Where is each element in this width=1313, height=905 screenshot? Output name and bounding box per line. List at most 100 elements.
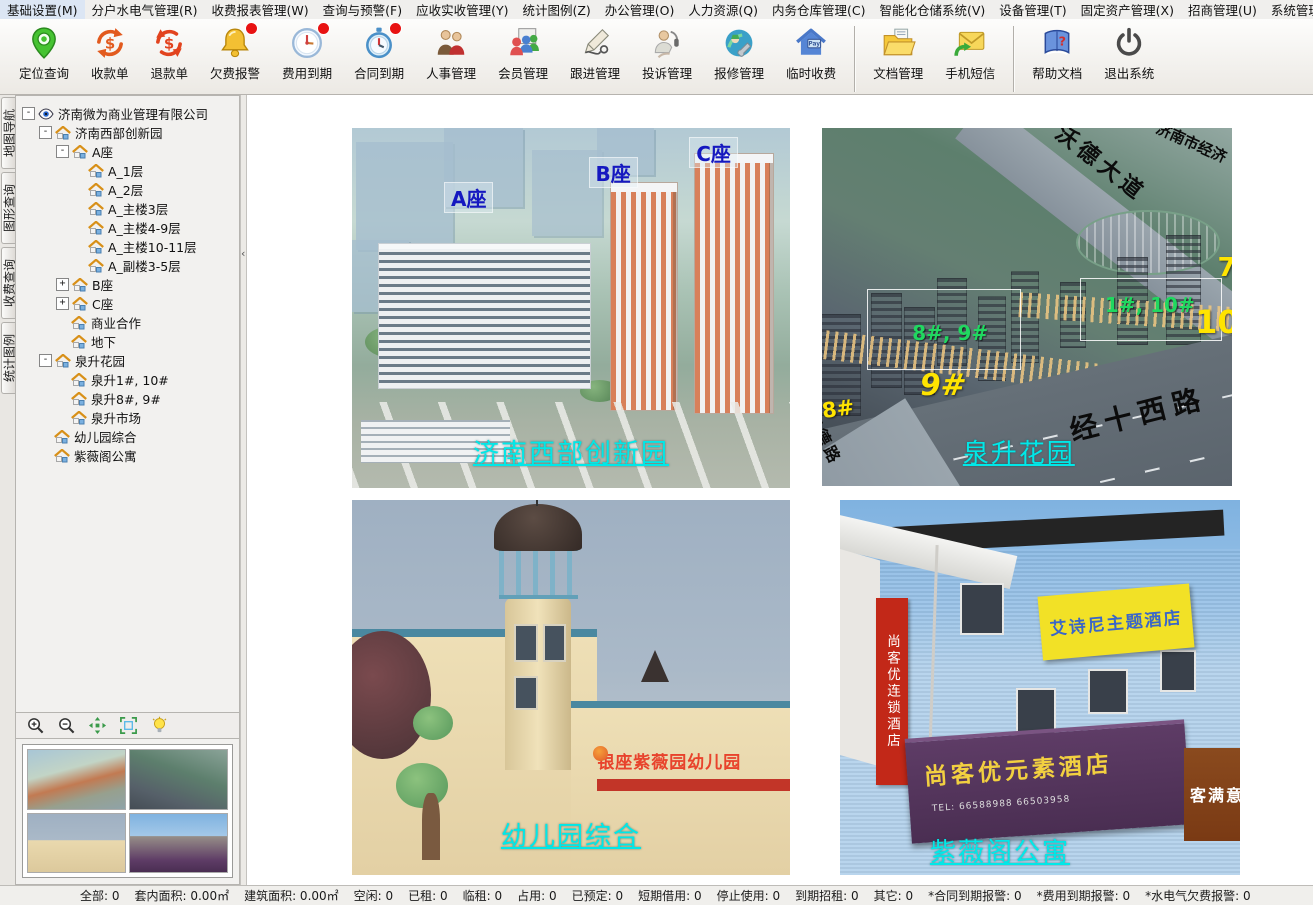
menu-basic-settings[interactable]: 基础设置(M) xyxy=(0,0,85,20)
toolbar-button-complaint[interactable]: 投诉管理 xyxy=(631,24,703,82)
tree-node[interactable]: +B座 xyxy=(18,275,237,294)
map-tool-zoom-in[interactable] xyxy=(26,716,45,735)
toolbar-button-contract-due[interactable]: 合同到期 xyxy=(343,24,415,82)
menu-query-alerts[interactable]: 查询与预警(F) xyxy=(316,0,409,20)
toolbar-button-hr[interactable]: 人事管理 xyxy=(415,24,487,82)
toolbar-button-receipt[interactable]: $收款单 xyxy=(80,24,140,82)
toolbar-button-locate-search[interactable]: 定位查询 xyxy=(8,24,80,82)
navigator-thumbnail-kindergarten[interactable] xyxy=(27,813,126,874)
menu-fee-reports[interactable]: 收费报表管理(W) xyxy=(205,0,316,20)
toolbar-button-follow-up[interactable]: 跟进管理 xyxy=(559,24,631,82)
tree-node[interactable]: +C座 xyxy=(18,294,237,313)
tree-node[interactable]: A_主楼4-9层 xyxy=(18,218,237,237)
toolbar-button-label: 帮助文档 xyxy=(1032,63,1082,82)
scene-caption-kindergarten[interactable]: 幼儿园综合 xyxy=(405,816,738,853)
scene-caption-ziwei[interactable]: 紫薇阁公寓 xyxy=(872,832,1128,869)
toolbar-button-sms[interactable]: 手机短信 xyxy=(934,24,1006,82)
tree-node[interactable]: -A座 xyxy=(18,142,237,161)
tree-node[interactable]: -济南微为商业管理有限公司 xyxy=(18,104,237,123)
unit-label-9: 9# xyxy=(918,368,969,403)
tree-expander-plus[interactable]: + xyxy=(56,297,69,310)
tree-node[interactable]: A_主楼3层 xyxy=(18,199,237,218)
scene-caption-quansheng[interactable]: 泉升花园 xyxy=(896,433,1142,470)
tree-expander-plus[interactable]: + xyxy=(56,278,69,291)
map-tool-fit-view[interactable] xyxy=(119,716,138,735)
side-tab-fee-query[interactable]: 收费查询 xyxy=(1,247,15,319)
toolbar-button-exit[interactable]: 退出系统 xyxy=(1093,24,1165,82)
storefront-tel: TEL: 66588988 66503958 xyxy=(932,794,1071,814)
toolbar-button-temp-fee[interactable]: Pay临时收费 xyxy=(775,24,847,82)
menu-system[interactable]: 系统管理(S) xyxy=(1264,0,1313,20)
repair-worker-icon xyxy=(721,26,757,60)
unit-label-7: 7 xyxy=(1218,253,1232,283)
toolbar-button-help-doc[interactable]: ?帮助文档 xyxy=(1021,24,1093,82)
tree-expander-minus[interactable]: - xyxy=(39,354,52,367)
tree-node[interactable]: - 济南西部创新园 xyxy=(18,123,237,142)
side-tab-map-nav[interactable]: 地图导航 xyxy=(1,97,15,169)
navigator-thumbnail-innovation-park[interactable] xyxy=(27,749,126,810)
map-tool-zoom-out[interactable] xyxy=(57,716,76,735)
menu-receivables[interactable]: 应收实收管理(Y) xyxy=(409,0,515,20)
park-image-kindergarten[interactable]: 银座紫薇园幼儿园 幼儿园综合 xyxy=(352,500,790,875)
side-tab-graphic-query[interactable]: 图形查询 xyxy=(1,172,15,244)
tower-window xyxy=(543,624,567,662)
tree-node[interactable]: A_副楼3-5层 xyxy=(18,256,237,275)
menu-investment[interactable]: 招商管理(U) xyxy=(1181,0,1264,20)
menu-equipment[interactable]: 设备管理(T) xyxy=(992,0,1073,20)
toolbar-button-document[interactable]: 文档管理 xyxy=(862,24,934,82)
main-toolbar: 定位查询$收款单$退款单欠费报警费用到期合同到期人事管理会员管理跟进管理投诉管理… xyxy=(0,19,1313,95)
toolbar-button-label: 退出系统 xyxy=(1104,63,1154,82)
house-pay-icon: Pay xyxy=(793,26,829,60)
menu-office-management[interactable]: 办公管理(O) xyxy=(598,0,682,20)
toolbar-button-member[interactable]: 会员管理 xyxy=(487,24,559,82)
side-tab-stat-legend[interactable]: 统计图例 xyxy=(1,322,15,394)
menu-statistics-legend[interactable]: 统计图例(Z) xyxy=(515,0,597,20)
tree-node[interactable]: A_2层 xyxy=(18,180,237,199)
tree-node[interactable]: -泉升花园 xyxy=(18,351,237,370)
toolbar-button-refund[interactable]: $退款单 xyxy=(140,24,200,82)
menu-internal-warehouse[interactable]: 内务仓库管理(C) xyxy=(765,0,872,20)
toolbar-button-label: 会员管理 xyxy=(498,63,548,82)
menu-household-utilities[interactable]: 分户水电气管理(R) xyxy=(85,0,205,20)
toolbar-button-repair[interactable]: 报修管理 xyxy=(703,24,775,82)
scene-caption-innovation[interactable]: 济南西部创新园 xyxy=(396,433,746,470)
toolbar-button-fee-due[interactable]: 费用到期 xyxy=(271,24,343,82)
tree-node[interactable]: 泉升市场 xyxy=(18,408,237,427)
map-tool-pan[interactable] xyxy=(88,716,107,735)
menu-human-resources[interactable]: 人力资源(Q) xyxy=(681,0,765,20)
tree-node[interactable]: 紫薇阁公寓 xyxy=(18,446,237,465)
park-image-ziwei[interactable]: 艾诗尼主题酒店 尚客优连锁酒店 尚客优元素酒店 TEL: 66588988 66… xyxy=(840,500,1240,875)
unit-label-10: 10 xyxy=(1195,303,1232,341)
toolbar-button-arrears-alarm[interactable]: 欠费报警 xyxy=(199,24,271,82)
sidebar-splitter[interactable]: ‹ xyxy=(240,95,247,885)
menu-fixed-assets[interactable]: 固定资产管理(X) xyxy=(1074,0,1181,20)
tree-expander-minus[interactable]: - xyxy=(22,107,35,120)
house-icon xyxy=(88,164,105,178)
tree-node[interactable]: 泉升1#, 10# xyxy=(18,370,237,389)
folder-icon xyxy=(880,26,916,60)
svg-text:$: $ xyxy=(164,34,174,52)
bell-icon xyxy=(217,26,253,60)
tree-node[interactable]: 泉升8#, 9# xyxy=(18,389,237,408)
tree-node-label: 济南西部创新园 xyxy=(75,123,163,142)
tree-node[interactable]: 幼儿园综合 xyxy=(18,427,237,446)
tree-node[interactable]: A_1层 xyxy=(18,161,237,180)
hotel-sign-yellow: 艾诗尼主题酒店 xyxy=(1038,583,1195,660)
tree-node-label: 泉升市场 xyxy=(91,408,141,427)
menu-smart-storage[interactable]: 智能化仓储系统(V) xyxy=(872,0,992,20)
navigator-thumbnail-ziwei-apartment[interactable] xyxy=(129,813,228,874)
tree-node[interactable]: 地下 xyxy=(18,332,237,351)
status-field-7: 已预定: 0 xyxy=(572,887,624,904)
tree-node[interactable]: 商业合作 xyxy=(18,313,237,332)
tree-node[interactable]: A_主楼10-11层 xyxy=(18,237,237,256)
map-tool-highlight[interactable] xyxy=(150,716,169,735)
toolbar-button-label: 报修管理 xyxy=(714,63,764,82)
tree-expander-minus[interactable]: - xyxy=(56,145,69,158)
navigator-thumbnail-quansheng-garden[interactable] xyxy=(129,749,228,810)
map-canvas[interactable]: A座 B座 C座 济南西部创新园 xyxy=(247,95,1313,885)
park-image-quansheng[interactable]: 沃德大道 济南市经济 8#, 9# 1#, 10# 9# 8# 10 7 经十西… xyxy=(822,128,1232,486)
tree-expander-minus[interactable]: - xyxy=(39,126,52,139)
park-image-innovation[interactable]: A座 B座 C座 济南西部创新园 xyxy=(352,128,790,488)
white-corner-wall xyxy=(840,549,880,767)
collapse-arrow-icon[interactable]: ‹ xyxy=(241,247,245,260)
